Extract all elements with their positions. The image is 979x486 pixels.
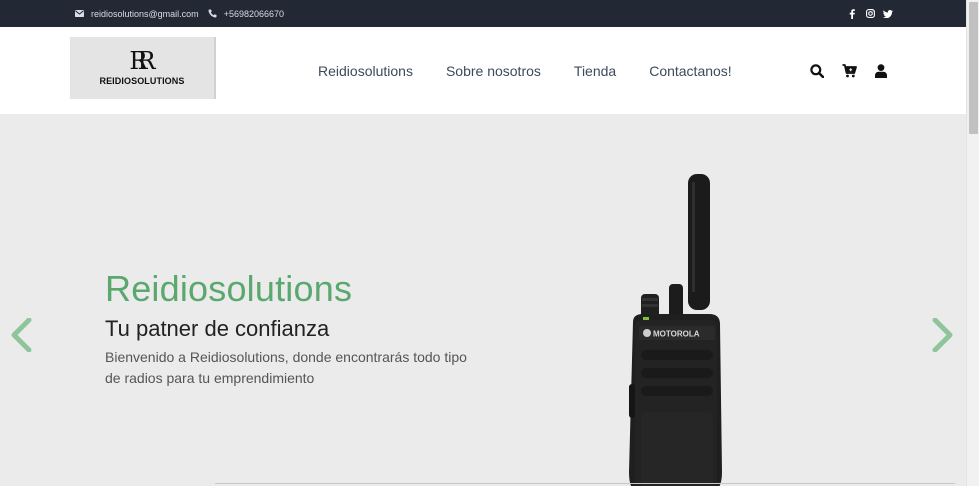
social-links (843, 0, 897, 27)
site-header: RR REIDIOSOLUTIONS Reidiosolutions Sobre… (0, 27, 966, 114)
contact-info: reidiosolutions@gmail.com +56982066670 (75, 0, 293, 27)
email-text: reidiosolutions@gmail.com (91, 8, 199, 19)
hero-subtitle: Tu patner de confianza (105, 316, 330, 341)
top-contact-bar: reidiosolutions@gmail.com +56982066670 (0, 0, 966, 27)
phone-text: +56982066670 (223, 8, 285, 19)
phone-link[interactable]: +56982066670 (208, 9, 284, 19)
radio-brand-label: MOTOROLA (653, 330, 700, 339)
site-logo[interactable]: RR REIDIOSOLUTIONS (70, 37, 216, 99)
chevron-left-icon (11, 318, 32, 352)
nav-item-contactanos[interactable]: Contactanos! (649, 63, 732, 79)
phone-icon (208, 9, 217, 18)
header-actions (801, 27, 897, 114)
page-scrollbar[interactable] (966, 0, 979, 486)
hero-description: Bienvenido a Reidiosolutions, donde enco… (105, 349, 467, 386)
carousel-next-button[interactable] (930, 315, 956, 355)
logo-wordmark: REIDIOSOLUTIONS (99, 76, 185, 86)
user-icon[interactable] (865, 63, 897, 78)
instagram-icon[interactable] (861, 9, 879, 18)
envelope-icon (75, 10, 84, 17)
logo-monogram: RR (129, 47, 155, 75)
page-divider (215, 483, 955, 484)
nav-item-reidiosolutions[interactable]: Reidiosolutions (318, 63, 413, 79)
carousel-prev-button[interactable] (8, 315, 34, 355)
nav-item-tienda[interactable]: Tienda (574, 63, 616, 79)
email-link[interactable]: reidiosolutions@gmail.com (75, 9, 199, 19)
scrollbar-thumb[interactable] (969, 2, 978, 134)
main-nav: Reidiosolutions Sobre nosotros Tienda Co… (318, 27, 765, 114)
chevron-right-icon (932, 318, 953, 352)
hero-title: Reidiosolutions (105, 268, 353, 309)
hero-carousel: Reidiosolutions Tu patner de confianza B… (0, 114, 966, 486)
twitter-icon[interactable] (879, 9, 897, 18)
radio-product-image: MOTOROLA (629, 174, 722, 486)
facebook-icon[interactable] (843, 8, 861, 19)
cart-icon[interactable] (833, 63, 865, 78)
search-icon[interactable] (801, 63, 833, 78)
nav-item-sobre-nosotros[interactable]: Sobre nosotros (446, 63, 541, 79)
